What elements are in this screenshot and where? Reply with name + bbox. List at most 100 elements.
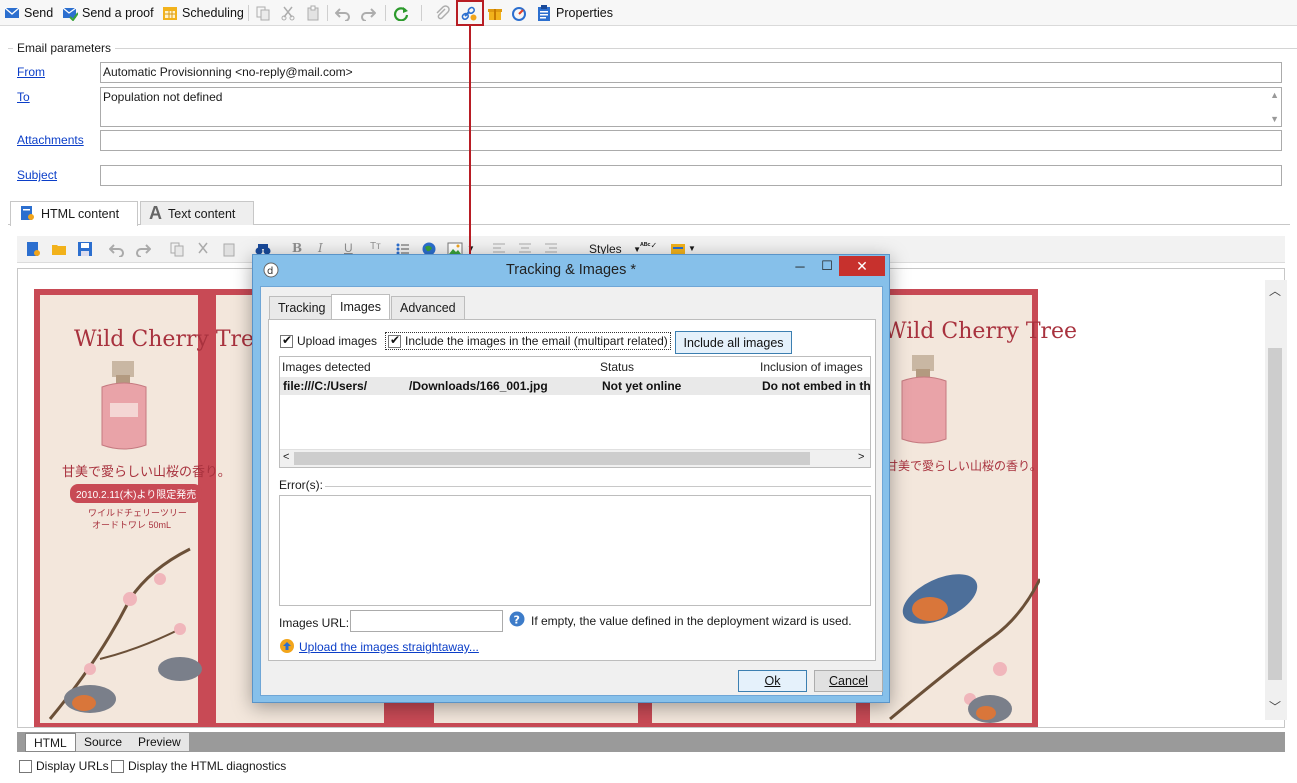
- checkbox-box[interactable]: [111, 759, 124, 773]
- editor-redo-icon[interactable]: [135, 241, 152, 258]
- from-field[interactable]: Automatic Provisionning <no-reply@mail.c…: [100, 62, 1282, 83]
- properties-button[interactable]: Properties: [536, 3, 613, 23]
- editor-cut-icon[interactable]: [195, 241, 211, 257]
- send-proof-button[interactable]: Send a proof: [62, 3, 154, 23]
- chevron-right-icon[interactable]: >: [858, 451, 864, 463]
- tab-advanced[interactable]: Advanced: [391, 296, 465, 319]
- attachments-link[interactable]: Attachments: [17, 133, 84, 147]
- checkbox-checked[interactable]: [388, 333, 401, 348]
- display-urls-checkbox[interactable]: Display URLs: [19, 759, 109, 773]
- row-inclusion: Do not embed in th: [762, 379, 871, 393]
- image-title-left: Wild Cherry Tree: [74, 327, 268, 352]
- checkbox-box[interactable]: [19, 759, 32, 773]
- image-title-right: Wild Cherry Tree: [884, 319, 1078, 344]
- cut-icon[interactable]: [280, 3, 296, 23]
- row-path-a: file:///C:/Users/: [283, 379, 368, 393]
- new-document-icon[interactable]: [25, 241, 41, 257]
- subject-link[interactable]: Subject: [17, 168, 57, 182]
- list-horizontal-scrollbar[interactable]: < >: [280, 449, 870, 467]
- dialog-body: Tracking Images Advanced Upload images I…: [260, 286, 883, 696]
- scheduling-button[interactable]: Scheduling: [162, 3, 244, 23]
- image-tagline-left: 甘美で愛らしい山桜の香り。: [62, 464, 231, 479]
- maximize-icon[interactable]: ☐: [813, 256, 841, 276]
- perfume-bottle-icon: [101, 361, 147, 450]
- editor-view-tabs: [17, 732, 1285, 752]
- minimize-icon[interactable]: ─: [786, 256, 814, 276]
- html-doc-icon: [19, 205, 35, 224]
- send-button[interactable]: Send: [4, 3, 53, 23]
- email-parameters-legend: Email parameters: [13, 41, 116, 55]
- image-tagline-right: 甘美で愛らしい山桜の香り。: [886, 459, 1042, 473]
- to-value: Population not defined: [103, 90, 223, 104]
- open-folder-icon[interactable]: [51, 241, 67, 257]
- column-header[interactable]: Status: [600, 360, 634, 374]
- chevron-left-icon[interactable]: <: [283, 451, 289, 463]
- editor-copy-icon[interactable]: [169, 241, 185, 257]
- tab-images[interactable]: Images: [331, 294, 390, 319]
- undo-icon[interactable]: [335, 3, 351, 23]
- errors-box[interactable]: [279, 495, 871, 606]
- close-icon[interactable]: ✕: [839, 256, 885, 276]
- save-icon[interactable]: [77, 241, 93, 257]
- tab-text-content[interactable]: A Text content: [140, 201, 254, 225]
- upload-images-link[interactable]: Upload the images straightaway...: [299, 640, 479, 654]
- include-all-images-button[interactable]: Include all images: [675, 331, 792, 354]
- chevron-down-icon[interactable]: ﹀: [1269, 698, 1281, 715]
- speedometer-icon[interactable]: [511, 3, 527, 23]
- row-path-b: /Downloads/166_001.jpg: [409, 379, 548, 393]
- toolbar-separator: [385, 5, 386, 21]
- images-url-input[interactable]: [350, 610, 503, 632]
- display-diagnostics-checkbox[interactable]: Display the HTML diagnostics: [111, 759, 286, 773]
- errors-divider: [325, 486, 871, 487]
- images-url-label: Images URL:: [279, 616, 350, 630]
- image-date-banner-left: 2010.2.11(木)より限定発売: [70, 484, 203, 503]
- checkbox-checked[interactable]: [280, 333, 293, 348]
- subject-field[interactable]: [100, 165, 1282, 186]
- attachment-icon[interactable]: [434, 3, 450, 23]
- images-url-hint: If empty, the value defined in the deplo…: [531, 614, 852, 628]
- table-row[interactable]: file:///C:/Users/ /Downloads/166_001.jpg…: [280, 377, 871, 395]
- copy-icon[interactable]: [255, 3, 271, 23]
- column-header[interactable]: Inclusion of images: [760, 360, 863, 374]
- svg-text:?: ?: [514, 614, 520, 627]
- tracking-highlight-box: [456, 0, 484, 26]
- redo-icon[interactable]: [360, 3, 376, 23]
- perfume-bottle-icon: [901, 355, 947, 444]
- gift-icon[interactable]: [487, 3, 503, 23]
- from-link[interactable]: From: [17, 65, 45, 79]
- tab-tracking[interactable]: Tracking: [269, 296, 335, 319]
- images-list[interactable]: Images detected Status Inclusion of imag…: [279, 356, 871, 468]
- list-scroll-thumb[interactable]: [294, 452, 810, 465]
- attachments-field[interactable]: [100, 130, 1282, 151]
- paste-icon[interactable]: [305, 3, 321, 23]
- to-field[interactable]: Population not defined ▲ ▼: [100, 87, 1282, 127]
- upload-images-checkbox[interactable]: Upload images: [280, 333, 377, 348]
- toolbar-separator: [421, 5, 422, 21]
- include-images-checkbox[interactable]: Include the images in the email (multipa…: [385, 332, 671, 350]
- clipboard-icon: [536, 5, 552, 21]
- scroll-up-icon[interactable]: ▲: [1270, 90, 1279, 100]
- upload-cloud-icon: [279, 638, 295, 657]
- column-header[interactable]: Images detected: [282, 360, 371, 374]
- row-status: Not yet online: [602, 379, 682, 393]
- tab-html-content[interactable]: HTML content: [10, 201, 138, 226]
- ok-button[interactable]: Ok: [738, 670, 807, 692]
- cancel-button[interactable]: Cancel: [814, 670, 883, 692]
- main-toolbar: Send Send a proof Scheduling Properties: [0, 0, 1297, 26]
- editor-undo-icon[interactable]: [108, 241, 125, 258]
- editor-paste-icon[interactable]: [221, 241, 237, 257]
- scroll-down-icon[interactable]: ▼: [1270, 114, 1279, 124]
- chevron-up-icon[interactable]: ︿: [1269, 282, 1281, 299]
- cherry-branch-illustration: [48, 547, 202, 720]
- tab-html-view[interactable]: HTML: [25, 733, 76, 752]
- help-icon[interactable]: ?: [509, 611, 525, 630]
- envelope-icon: [4, 5, 20, 21]
- editor-scroll-thumb[interactable]: [1268, 348, 1282, 680]
- toolbar-separator: [327, 5, 328, 21]
- tracking-images-dialog: d Tracking & Images * ─ ☐ ✕ Tracking Ima…: [252, 254, 890, 703]
- text-a-icon: A: [149, 203, 162, 223]
- tab-source-view[interactable]: Source: [76, 733, 131, 751]
- refresh-icon[interactable]: [393, 3, 409, 23]
- tab-preview-view[interactable]: Preview: [130, 733, 189, 751]
- to-link[interactable]: To: [17, 90, 30, 104]
